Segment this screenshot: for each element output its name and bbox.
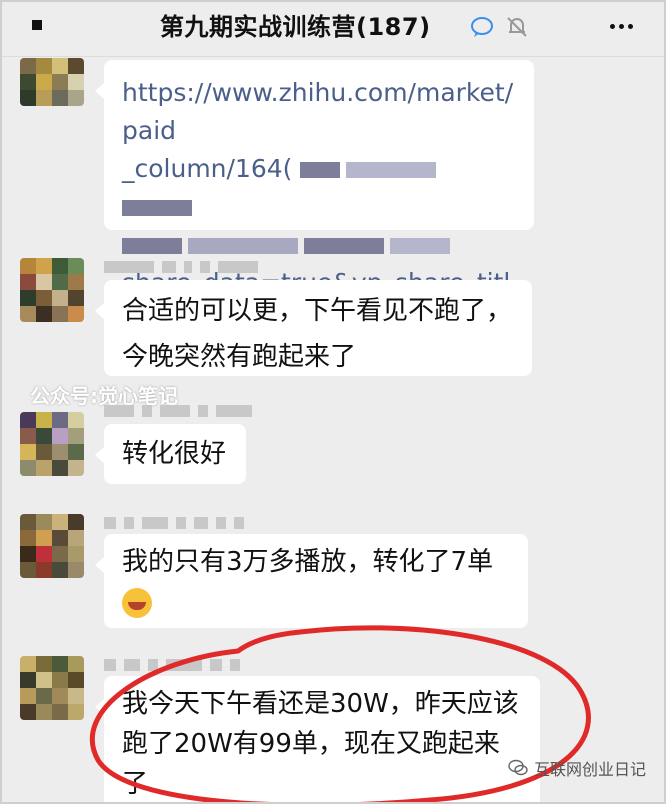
sender-name-redacted [104, 258, 258, 276]
crying-laughing-emoji [122, 587, 152, 618]
message-line: 了 [122, 769, 149, 799]
chat-header: 第九期实战训练营(187) [0, 0, 666, 57]
message-line: 我的只有3万多播放，转化了7单 [122, 547, 494, 577]
chat-message[interactable]: 转化很好 [95, 424, 246, 484]
chat-bubble-icon [471, 17, 493, 37]
wechat-icon [508, 759, 528, 776]
source-label: 互联网创业日记 [508, 756, 646, 780]
message-line: 今晚突然有跑起来了 [122, 342, 357, 372]
message-line: 合适的可以更，下午看见不跑了， [122, 296, 513, 326]
message-line: 转化很好 [122, 439, 227, 469]
back-icon[interactable] [28, 16, 46, 34]
avatar[interactable] [20, 514, 84, 578]
avatar[interactable] [20, 258, 84, 322]
source-text: 互联网创业日记 [533, 760, 646, 779]
sender-name-redacted [104, 656, 240, 674]
message-line: 跑了20W有99单，现在又跑起来 [122, 729, 500, 759]
sender-name-redacted [104, 514, 244, 532]
chat-message-link[interactable]: https://www.zhihu.com/market/paid _colum… [95, 60, 534, 335]
chat-message[interactable]: 我的只有3万多播放，转化了7单 [95, 534, 528, 628]
message-line[interactable]: https://www.zhihu.com/market/paid [122, 74, 516, 150]
message-line-blurred: _column/164( [122, 150, 516, 226]
sender-name-redacted [104, 402, 252, 420]
mute-bell-icon [507, 17, 527, 37]
avatar[interactable] [20, 412, 84, 476]
avatar[interactable] [20, 58, 84, 106]
chat-message[interactable]: 我今天下午看还是30W，昨天应该 跑了20W有99单，现在又跑起来 了 [95, 676, 540, 804]
message-line: 我今天下午看还是30W，昨天应该 [122, 689, 519, 719]
more-options-icon[interactable] [608, 14, 642, 40]
message-line: _column/164( [122, 154, 293, 183]
avatar[interactable] [20, 656, 84, 720]
chat-message[interactable]: 合适的可以更，下午看见不跑了， 今晚突然有跑起来了 [95, 280, 532, 376]
